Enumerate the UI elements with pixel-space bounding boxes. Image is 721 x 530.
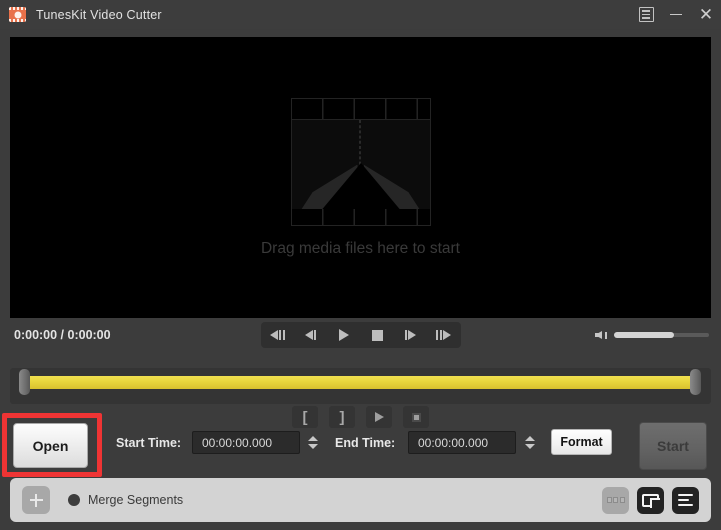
window-title: TunesKit Video Cutter [36, 8, 162, 22]
timecode-display: 0:00:00 / 0:00:00 [14, 328, 111, 342]
end-time-decrement-icon[interactable] [525, 444, 535, 449]
start-time-value: 00:00:00.000 [202, 436, 272, 450]
close-icon: ✕ [699, 6, 713, 23]
merge-segments-checkbox[interactable] [68, 494, 80, 506]
open-button[interactable]: Open [13, 423, 88, 468]
prev-frame-button[interactable] [297, 324, 323, 346]
play-button[interactable] [331, 324, 357, 346]
speaker-icon[interactable] [595, 329, 608, 342]
merge-segments-label: Merge Segments [88, 493, 183, 507]
close-button[interactable]: ✕ [691, 0, 721, 29]
minimize-icon [670, 14, 682, 16]
end-time-value: 00:00:00.000 [418, 436, 488, 450]
app-logo-film-strip-icon [9, 7, 26, 22]
stop-button[interactable] [364, 324, 390, 346]
prev-segment-button[interactable] [264, 324, 290, 346]
task-list-icon[interactable] [672, 487, 699, 514]
title-bar: TunesKit Video Cutter ✕ [0, 0, 721, 29]
start-time-stepper[interactable] [304, 431, 321, 454]
format-button[interactable]: Format [551, 429, 612, 455]
add-segment-button[interactable] [22, 486, 50, 514]
tuneskit-video-cutter-window: TunesKit Video Cutter ✕ Drag media files… [0, 0, 721, 530]
volume-control[interactable] [595, 329, 709, 342]
transport-bar: 0:00:00 / 0:00:00 [10, 320, 711, 350]
timeline-track[interactable] [28, 376, 693, 389]
end-time-label: End Time: [335, 436, 395, 450]
timeline-selected-range[interactable] [28, 376, 693, 389]
menu-list-icon [639, 7, 654, 22]
dropzone-text: Drag media files here to start [261, 240, 460, 258]
control-row: Open Start Time: 00:00:00.000 End Time: … [0, 416, 721, 470]
start-time-label: Start Time: [116, 436, 181, 450]
video-preview-panel[interactable]: Drag media files here to start [10, 37, 711, 318]
menu-button[interactable] [631, 0, 661, 29]
end-time-increment-icon[interactable] [525, 436, 535, 441]
trim-end-handle[interactable] [690, 369, 701, 395]
next-frame-button[interactable] [397, 324, 423, 346]
output-folder-icon[interactable] [637, 487, 664, 514]
playback-controls [261, 322, 461, 348]
trim-start-handle[interactable] [19, 369, 30, 395]
minimize-button[interactable] [661, 0, 691, 29]
start-button[interactable]: Start [639, 422, 707, 470]
effects-icon[interactable] [602, 487, 629, 514]
end-time-stepper[interactable] [521, 431, 538, 454]
start-time-increment-icon[interactable] [308, 436, 318, 441]
volume-slider[interactable] [614, 333, 709, 337]
start-time-input[interactable]: 00:00:00.000 [192, 431, 300, 454]
next-segment-button[interactable] [431, 324, 457, 346]
media-dropzone[interactable]: Drag media files here to start [10, 37, 711, 318]
volume-slider-fill [614, 332, 674, 338]
start-time-decrement-icon[interactable] [308, 444, 318, 449]
segment-list-panel: Merge Segments [10, 478, 711, 522]
end-time-input[interactable]: 00:00:00.000 [408, 431, 516, 454]
timeline[interactable] [10, 368, 711, 404]
film-split-icon [291, 98, 431, 226]
